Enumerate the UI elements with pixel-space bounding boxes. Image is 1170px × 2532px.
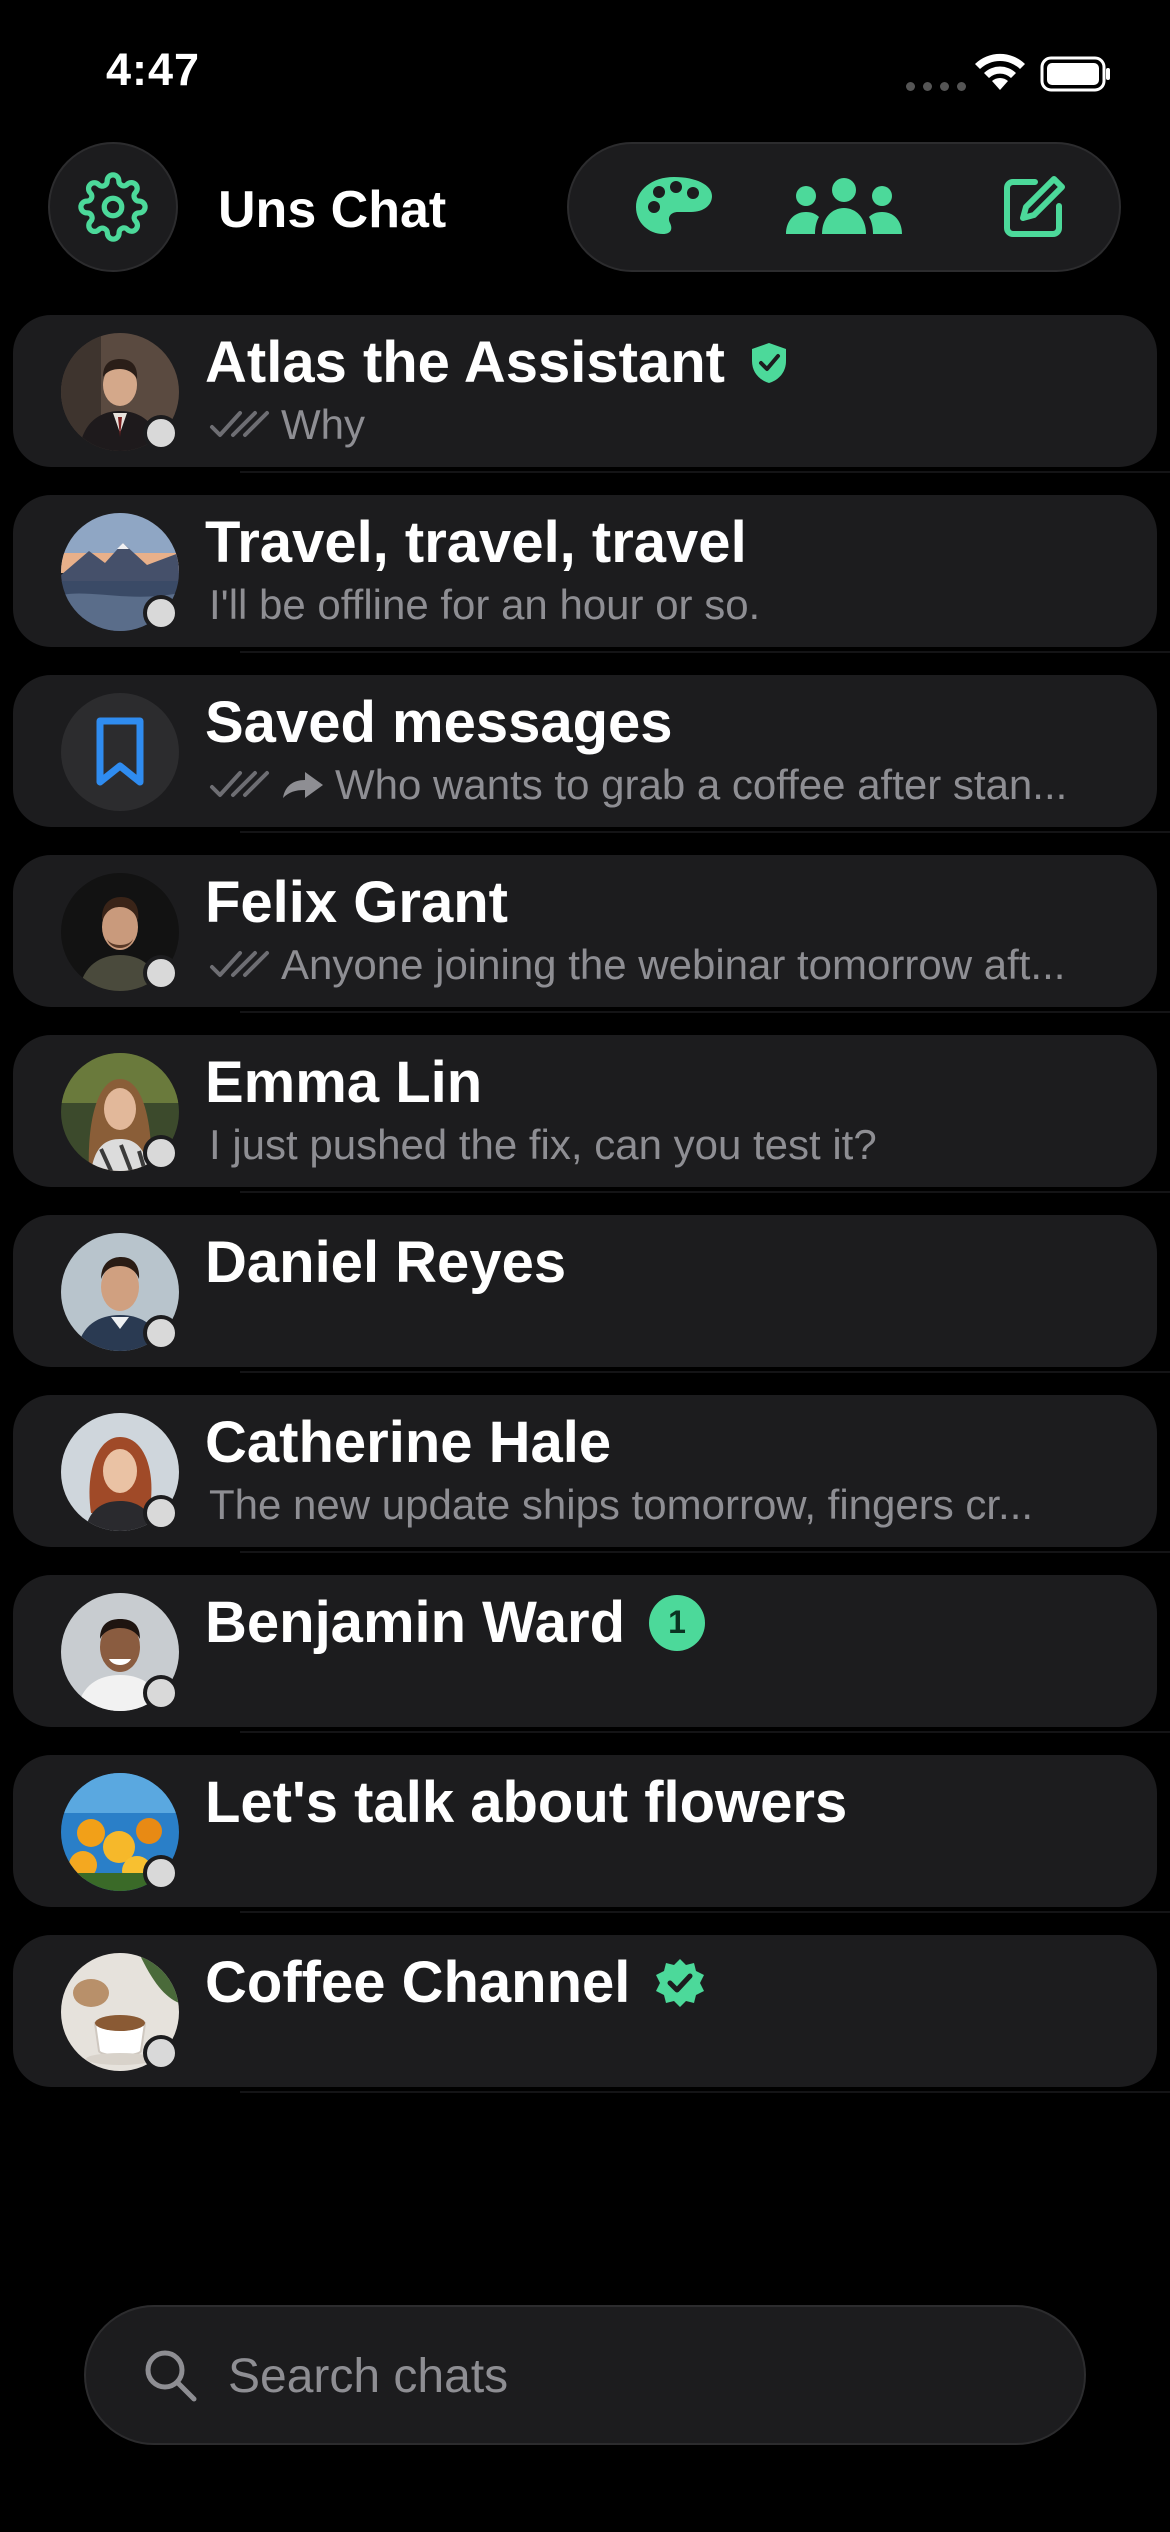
search-bar[interactable]: [84, 2305, 1086, 2445]
chat-name: Felix Grant: [205, 870, 508, 935]
chat-name: Travel, travel, travel: [205, 510, 747, 575]
presence-indicator: [143, 415, 179, 451]
presence-indicator: [143, 595, 179, 631]
chat-row-coffee-channel[interactable]: Coffee Channel: [13, 1935, 1157, 2087]
chat-name: Emma Lin: [205, 1050, 483, 1115]
presence-indicator: [143, 955, 179, 991]
chat-preview: Why: [209, 401, 1159, 449]
chat-name-row: Travel, travel, travel: [205, 509, 747, 576]
compose-icon: [1004, 176, 1065, 237]
chat-name-row: Emma Lin: [205, 1049, 482, 1116]
palette-icon: [636, 177, 712, 234]
chat-name: Benjamin Ward: [205, 1590, 626, 1655]
chat-name: Daniel Reyes: [205, 1230, 567, 1295]
chat-name: Saved messages: [205, 690, 673, 755]
chat-preview-text: I'll be offline for an hour or so.: [209, 581, 761, 628]
chat-preview-text: Who wants to grab a coffee after stan...: [335, 761, 1068, 808]
chat-name-row: Coffee Channel: [205, 1949, 706, 2016]
status-time: 4:47: [106, 44, 201, 95]
forward-icon: [283, 772, 323, 798]
header-actions: [567, 142, 1121, 272]
row-divider: [240, 2091, 1170, 2093]
double-check-icon: [210, 771, 269, 797]
double-check-icon: [210, 951, 269, 977]
presence-indicator: [143, 2035, 179, 2071]
chat-row-travel[interactable]: Travel, travel, travel I'll be offline f…: [13, 495, 1157, 647]
saved-messages-avatar: [61, 693, 179, 811]
chat-name-row: Felix Grant: [205, 869, 508, 936]
double-check-icon: [210, 411, 269, 437]
row-divider: [240, 1731, 1170, 1733]
chat-preview: Anyone joining the webinar tomorrow aft.…: [209, 941, 1159, 989]
compose-button[interactable]: [959, 144, 1109, 270]
verified-shield-icon: [752, 342, 786, 383]
row-divider: [240, 471, 1170, 473]
chat-name-row: Benjamin Ward 1: [205, 1589, 706, 1656]
row-divider: [240, 831, 1170, 833]
chat-preview-text: Why: [281, 401, 365, 448]
wifi-icon: [975, 53, 1025, 90]
chat-name-row: Daniel Reyes: [205, 1229, 566, 1296]
bookmark-icon: [96, 717, 144, 786]
search-icon: [145, 2350, 197, 2402]
status-bar: 4:47: [0, 0, 1170, 140]
chat-row-daniel-reyes[interactable]: Daniel Reyes: [13, 1215, 1157, 1367]
presence-indicator: [143, 1855, 179, 1891]
battery-icon: [1040, 56, 1110, 92]
settings-button[interactable]: [48, 142, 178, 272]
chat-preview-text: The new update ships tomorrow, fingers c…: [209, 1481, 1034, 1528]
row-divider: [240, 1551, 1170, 1553]
chat-row-benjamin-ward[interactable]: Benjamin Ward 1: [13, 1575, 1157, 1727]
chat-preview: I just pushed the fix, can you test it?: [209, 1121, 1159, 1169]
chat-name-row: Catherine Hale: [205, 1409, 611, 1476]
chat-name-row: Atlas the Assistant: [205, 329, 789, 396]
chat-preview-text: I just pushed the fix, can you test it?: [209, 1121, 877, 1168]
row-divider: [240, 651, 1170, 653]
cellular-signal-icon: [906, 82, 966, 91]
chat-row-saved-messages[interactable]: Saved messages Who wants to grab a coffe…: [13, 675, 1157, 827]
search-input[interactable]: [226, 2337, 1050, 2415]
page-title: Uns Chat: [218, 181, 447, 239]
chat-name: Atlas the Assistant: [205, 330, 725, 395]
chat-name: Catherine Hale: [205, 1410, 612, 1475]
chat-name-row: Let's talk about flowers: [205, 1769, 847, 1836]
chat-row-catherine-hale[interactable]: Catherine Hale The new update ships tomo…: [13, 1395, 1157, 1547]
chat-preview: Who wants to grab a coffee after stan...: [209, 761, 1159, 809]
gear-icon: [78, 172, 148, 242]
presence-indicator: [143, 1315, 179, 1351]
chat-preview-text: Anyone joining the webinar tomorrow aft.…: [281, 941, 1066, 988]
presence-indicator: [143, 1495, 179, 1531]
presence-indicator: [143, 1135, 179, 1171]
verified-seal-icon: [656, 1958, 705, 2007]
people-icon: [786, 178, 902, 234]
theme-button[interactable]: [599, 144, 749, 270]
chat-row-flowers[interactable]: Let's talk about flowers: [13, 1755, 1157, 1907]
new-group-button[interactable]: [769, 144, 919, 270]
chat-name: Coffee Channel: [205, 1950, 631, 2015]
unread-badge: 1: [649, 1594, 706, 1651]
chat-name-row: Saved messages: [205, 689, 673, 756]
chat-row-emma-lin[interactable]: Emma Lin I just pushed the fix, can you …: [13, 1035, 1157, 1187]
row-divider: [240, 1371, 1170, 1373]
chat-row-felix-grant[interactable]: Felix Grant Anyone joining the webinar t…: [13, 855, 1157, 1007]
presence-indicator: [143, 1675, 179, 1711]
chat-preview: The new update ships tomorrow, fingers c…: [209, 1481, 1159, 1529]
row-divider: [240, 1911, 1170, 1913]
row-divider: [240, 1011, 1170, 1013]
chat-name: Let's talk about flowers: [205, 1770, 848, 1835]
row-divider: [240, 1191, 1170, 1193]
chat-row-atlas-the-assistant[interactable]: Atlas the Assistant Why: [13, 315, 1157, 467]
chat-preview: I'll be offline for an hour or so.: [209, 581, 1159, 629]
